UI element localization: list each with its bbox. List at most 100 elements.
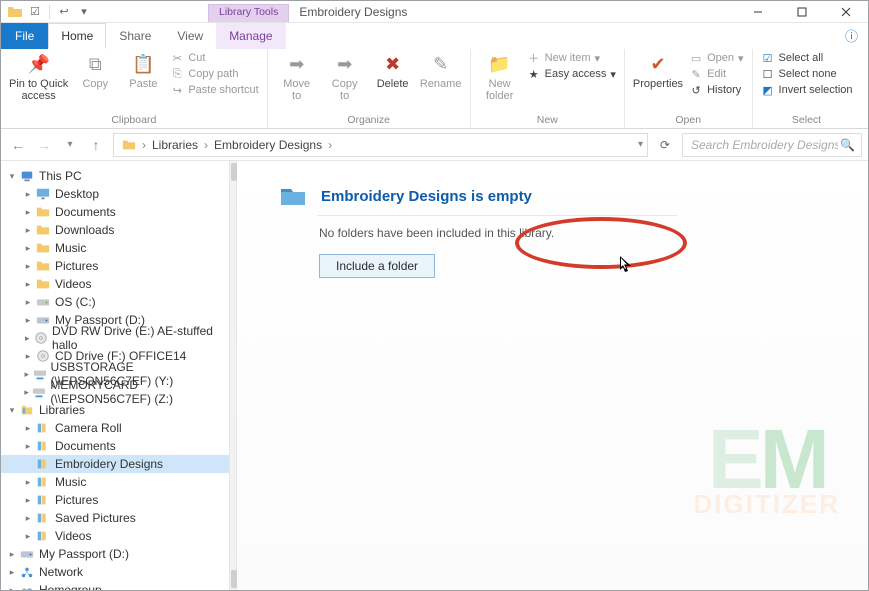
tree-item[interactable]: ▸Videos: [1, 527, 229, 545]
open-button[interactable]: ▭Open ▾: [689, 51, 743, 65]
delete-button[interactable]: ✖Delete: [372, 51, 414, 91]
tree-item[interactable]: ▸Videos: [1, 275, 229, 293]
expander-icon[interactable]: ▸: [21, 531, 35, 542]
move-to-button[interactable]: ➡Move to: [276, 51, 318, 102]
expander-icon[interactable]: ▸: [5, 585, 19, 591]
maximize-button[interactable]: [780, 1, 824, 22]
breadcrumb-libraries[interactable]: Libraries: [148, 138, 202, 152]
select-none-button[interactable]: ☐Select none: [761, 67, 853, 81]
expander-icon[interactable]: ▸: [21, 351, 35, 362]
chevron-right-icon[interactable]: ›: [140, 138, 148, 152]
expander-icon[interactable]: ▸: [21, 225, 35, 236]
folder-icon[interactable]: [7, 4, 23, 20]
expander-icon[interactable]: ▸: [21, 369, 33, 380]
properties-button[interactable]: ✔Properties: [633, 51, 683, 91]
folder-icon: [35, 258, 51, 274]
splitter[interactable]: [229, 161, 237, 590]
tree-item[interactable]: ▸Documents: [1, 437, 229, 455]
expander-icon[interactable]: ▸: [21, 423, 35, 434]
invert-selection-button[interactable]: ◩Invert selection: [761, 83, 853, 97]
chevron-right-icon[interactable]: ›: [326, 138, 334, 152]
group-label-select: Select: [761, 112, 853, 128]
expander-icon[interactable]: ▸: [21, 441, 35, 452]
file-tab[interactable]: File: [1, 23, 48, 49]
edit-button[interactable]: ✎Edit: [689, 67, 743, 81]
forward-button[interactable]: →: [33, 134, 55, 156]
expander-icon[interactable]: ▸: [21, 477, 35, 488]
ribbon: 📌 Pin to Quick access ⧉ Copy 📋 Paste ✂Cu…: [1, 49, 868, 129]
copy-button[interactable]: ⧉ Copy: [74, 51, 116, 91]
tab-view[interactable]: View: [164, 23, 216, 49]
copy-path-button[interactable]: ⎘Copy path: [170, 67, 258, 81]
tab-manage[interactable]: Manage: [216, 23, 285, 49]
new-item-button[interactable]: ＋New item ▾: [527, 51, 616, 65]
close-button[interactable]: [824, 1, 868, 22]
tree-item[interactable]: ▸Pictures: [1, 257, 229, 275]
expander-icon[interactable]: ▸: [21, 243, 35, 254]
expander-icon[interactable]: ▸: [21, 189, 35, 200]
expander-icon[interactable]: ▸: [21, 333, 34, 344]
address-dropdown-icon[interactable]: ▾: [638, 139, 643, 150]
expander-icon[interactable]: ▾: [5, 171, 19, 182]
search-input[interactable]: [689, 137, 840, 153]
tree-item[interactable]: ▸Saved Pictures: [1, 509, 229, 527]
tree-item[interactable]: ▸Homegroup: [1, 581, 229, 590]
expander-icon[interactable]: ▸: [5, 549, 19, 560]
tree-item[interactable]: ▸MEMORYCARD (\\EPSON56C7EF) (Z:): [1, 383, 229, 401]
tab-share[interactable]: Share: [106, 23, 164, 49]
tree-item[interactable]: ▸Music: [1, 473, 229, 491]
tree-item[interactable]: ▸DVD RW Drive (E:) AE-stuffed hallo: [1, 329, 229, 347]
qat-dropdown-icon[interactable]: ▾: [76, 4, 92, 20]
back-button[interactable]: ←: [7, 134, 29, 156]
include-folder-button[interactable]: Include a folder: [319, 254, 435, 278]
expander-icon[interactable]: ▸: [21, 279, 35, 290]
expander-icon[interactable]: ▾: [5, 405, 19, 416]
paste-shortcut-button[interactable]: ↪Paste shortcut: [170, 83, 258, 97]
tree-item[interactable]: ▾This PC: [1, 167, 229, 185]
tree-item[interactable]: Embroidery Designs: [1, 455, 229, 473]
search-box[interactable]: 🔍: [682, 133, 862, 157]
expander-icon[interactable]: ▸: [21, 495, 35, 506]
homegroup-icon: [19, 582, 35, 590]
tab-home[interactable]: Home: [48, 23, 106, 49]
properties-qat-icon[interactable]: ☑: [27, 4, 43, 20]
tree-item[interactable]: ▸Camera Roll: [1, 419, 229, 437]
expander-icon[interactable]: ▸: [21, 387, 32, 398]
tree-item[interactable]: ▸My Passport (D:): [1, 545, 229, 563]
pin-quick-access-button[interactable]: 📌 Pin to Quick access: [9, 51, 68, 102]
tree-item[interactable]: ▸Desktop: [1, 185, 229, 203]
window-controls: [736, 1, 868, 22]
tree-item[interactable]: ▸Network: [1, 563, 229, 581]
expander-icon[interactable]: ▸: [21, 297, 35, 308]
minimize-button[interactable]: [736, 1, 780, 22]
address-bar[interactable]: › Libraries › Embroidery Designs › ▾: [113, 133, 648, 157]
select-all-button[interactable]: ☑Select all: [761, 51, 853, 65]
tree-item[interactable]: ▸OS (C:): [1, 293, 229, 311]
chevron-right-icon[interactable]: ›: [202, 138, 210, 152]
easy-access-button[interactable]: ★Easy access ▾: [527, 67, 616, 81]
recent-dropdown[interactable]: ▾: [59, 134, 81, 156]
expander-icon[interactable]: ▸: [21, 315, 35, 326]
drive-ext-icon: [35, 312, 51, 328]
expander-icon[interactable]: ▸: [21, 513, 35, 524]
tree-item[interactable]: ▸Pictures: [1, 491, 229, 509]
tree-item[interactable]: ▸Music: [1, 239, 229, 257]
refresh-button[interactable]: ⟳: [654, 138, 676, 152]
cut-button[interactable]: ✂Cut: [170, 51, 258, 65]
watermark: EM DIGITIZER: [693, 426, 840, 520]
tree-item[interactable]: ▸Downloads: [1, 221, 229, 239]
up-button[interactable]: ↑: [85, 134, 107, 156]
paste-button[interactable]: 📋 Paste: [122, 51, 164, 91]
nav-tree[interactable]: ▾This PC▸Desktop▸Documents▸Downloads▸Mus…: [1, 161, 229, 590]
copy-to-button[interactable]: ➡Copy to: [324, 51, 366, 102]
expander-icon[interactable]: ▸: [21, 207, 35, 218]
tree-item[interactable]: ▸Documents: [1, 203, 229, 221]
expander-icon[interactable]: ▸: [21, 261, 35, 272]
ribbon-help-icon[interactable]: ⓘ: [835, 22, 868, 49]
undo-qat-icon[interactable]: ↩: [56, 4, 72, 20]
breadcrumb-current[interactable]: Embroidery Designs: [210, 138, 326, 152]
rename-button[interactable]: ✎Rename: [420, 51, 462, 91]
expander-icon[interactable]: ▸: [5, 567, 19, 578]
history-button[interactable]: ↺History: [689, 83, 743, 97]
new-folder-button[interactable]: 📁New folder: [479, 51, 521, 102]
